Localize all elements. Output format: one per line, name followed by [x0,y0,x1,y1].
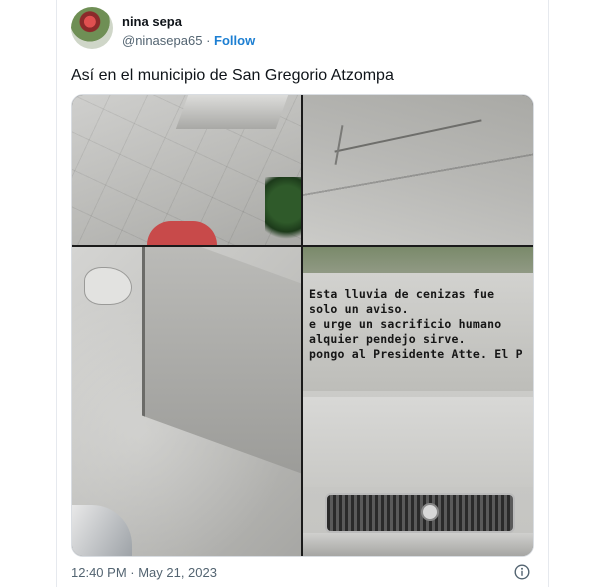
media-grid: Esta lluvia de cenizas fue solo un aviso… [71,94,534,557]
info-icon[interactable] [514,564,530,580]
red-object-shape [147,221,217,245]
car-bumper [303,533,533,556]
author-handle[interactable]: @ninasepa65 [122,33,202,48]
crack-line [334,125,344,165]
windshield-writing: Esta lluvia de cenizas fue solo un aviso… [309,287,523,361]
avatar[interactable] [71,7,113,49]
stairs-shape [175,95,289,129]
car-hood [303,397,533,487]
tweet-timestamp[interactable]: 12:40 PM · May 21, 2023 [71,565,217,580]
follow-button[interactable]: Follow [214,33,255,48]
separator-dot: · [206,33,211,48]
author-name[interactable]: nina sepa [122,14,182,29]
ash-written-windshield-photo[interactable]: Esta lluvia de cenizas fue solo un aviso… [303,247,533,556]
car-emblem [421,503,439,521]
ash-covered-ground-photo[interactable] [303,95,533,245]
car-grille [325,493,515,533]
ash-covered-pavement-photo[interactable] [72,95,301,245]
ash-covered-car-hood-photo[interactable] [72,247,301,556]
crack-line [334,119,482,153]
side-mirror-shape [84,267,132,305]
windshield-shape [142,247,301,475]
author-handle-row: @ninasepa65 · Follow [122,33,255,48]
tweet-text: Así en el municipio de San Gregorio Atzo… [71,67,394,84]
plant-shape [265,177,301,245]
headlight-shape [72,505,132,556]
